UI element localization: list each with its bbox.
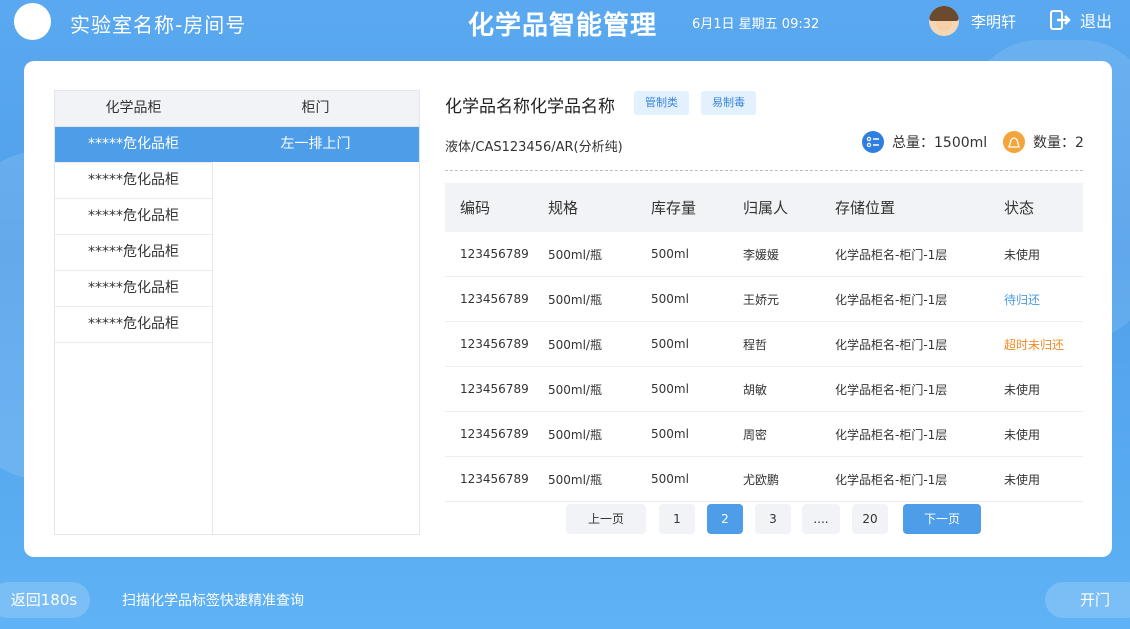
cabinet-item[interactable]: *****危化品柜 [55,307,212,343]
table-cell: 500ml [650,366,742,412]
table-cell: 500ml/瓶 [547,276,650,322]
divider [445,170,1083,171]
page-button[interactable]: 3 [755,504,791,534]
table-cell: 123456789 [445,321,547,367]
user-name: 李明轩 [971,13,1017,31]
status-cell: 未使用 [1003,456,1083,502]
room-name: 实验室名称-房间号 [70,13,247,37]
cabinet-panel: 化学品柜 *****危化品柜 *****危化品柜 *****危化品柜 *****危化品… [54,90,420,535]
column-header: 规格 [547,183,650,232]
status-cell: 超时未归还 [1003,321,1083,367]
main-card: 化学品柜 *****危化品柜 *****危化品柜 *****危化品柜 *****危化品… [24,61,1112,557]
prev-page-button[interactable]: 上一页 [566,504,646,534]
page-ellipsis[interactable]: .... [802,504,840,534]
table-cell: 500ml [650,456,742,502]
column-header: 编码 [445,183,547,232]
inventory-table: 编码 规格 库存量 归属人 存储位置 状态 123456789 500ml/瓶 500ml 李媛… [445,183,1083,502]
door-column-header: 柜门 [212,91,419,127]
status-cell: 未使用 [1003,366,1083,412]
page-title: 化学品智能管理 [468,11,658,41]
table-row[interactable]: 123456789 500ml/瓶 500ml 王娇元 化学品柜名-柜门-1层 待归还 [445,276,1083,322]
bag-icon [1003,131,1025,153]
table-row[interactable]: 123456789 500ml/瓶 500ml 周密 化学品柜名-柜门-1层 未使用 [445,411,1083,457]
next-page-button[interactable]: 下一页 [903,504,981,534]
table-cell: 化学品柜名-柜门-1层 [834,276,1003,322]
datetime: 6月1日 星期五 09:32 [692,17,820,32]
table-cell: 500ml/瓶 [547,366,650,412]
page-button[interactable]: 1 [659,504,695,534]
table-cell: 500ml/瓶 [547,321,650,367]
avatar[interactable] [929,6,959,36]
table-cell: 123456789 [445,411,547,457]
table-cell: 123456789 [445,456,547,502]
column-header: 存储位置 [834,183,1003,232]
cabinet-item[interactable]: *****危化品柜 [55,163,212,199]
table-cell: 123456789 [445,276,547,322]
status-cell: 未使用 [1003,411,1083,457]
logout-label: 退出 [1080,12,1113,31]
count-stat: 数量：2 [1003,131,1084,153]
cabinet-item[interactable]: *****危化品柜 [55,199,212,235]
chemical-description: 液体/CAS123456/AR(分析纯) [445,140,623,155]
table-cell: 500ml [650,276,742,322]
table-cell: 500ml [650,411,742,457]
table-row[interactable]: 123456789 500ml/瓶 500ml 胡敏 化学品柜名-柜门-1层 未使用 [445,366,1083,412]
table-row[interactable]: 123456789 500ml/瓶 500ml 李媛媛 化学品柜名-柜门-1层 未使用 [445,232,1083,277]
table-cell: 胡敏 [742,366,834,412]
logo-icon [14,3,51,40]
table-cell: 500ml/瓶 [547,232,650,277]
total-label: 总量：1500ml [892,135,988,151]
table-cell: 123456789 [445,366,547,412]
cabinet-item[interactable]: *****危化品柜 [55,271,212,307]
table-cell: 化学品柜名-柜门-1层 [834,232,1003,277]
door-item[interactable]: 左一排上门 [212,127,419,162]
table-cell: 王娇元 [742,276,834,322]
column-header: 归属人 [742,183,834,232]
header-bar: 实验室名称-房间号 化学品智能管理 6月1日 星期五 09:32 李明轩 退出 [0,0,1130,52]
logout-icon [1050,10,1071,30]
door-column: 柜门 左一排上门 [212,91,419,534]
cabinet-item[interactable]: *****危化品柜 [55,235,212,271]
table-cell: 500ml [650,232,742,277]
table-cell: 李媛媛 [742,232,834,277]
tag-precursor: 易制毒 [701,91,756,115]
table-cell: 化学品柜名-柜门-1层 [834,321,1003,367]
tag-controlled: 管制类 [634,91,689,115]
cabinet-column: 化学品柜 *****危化品柜 *****危化品柜 *****危化品柜 *****危化品… [55,91,213,534]
table-row[interactable]: 123456789 500ml/瓶 500ml 尤欧鹏 化学品柜名-柜门-1层 未使用 [445,456,1083,502]
cabinet-item[interactable]: *****危化品柜 [55,127,212,163]
total-stat: 总量：1500ml [862,131,987,153]
open-door-button[interactable]: 开门 [1045,582,1130,618]
table-cell: 500ml/瓶 [547,456,650,502]
table-cell: 化学品柜名-柜门-1层 [834,366,1003,412]
status-cell: 待归还 [1003,276,1083,322]
table-cell: 程哲 [742,321,834,367]
page-button[interactable]: 20 [852,504,888,534]
chemical-name: 化学品名称化学品名称 [445,97,615,117]
cabinet-column-header: 化学品柜 [55,91,212,127]
table-cell: 化学品柜名-柜门-1层 [834,411,1003,457]
column-header: 状态 [1003,183,1083,232]
back-button[interactable]: 返回180s [0,582,90,618]
page-button[interactable]: 2 [707,504,743,534]
column-header: 库存量 [650,183,742,232]
table-cell: 500ml [650,321,742,367]
status-cell: 未使用 [1003,232,1083,277]
table-cell: 500ml/瓶 [547,411,650,457]
scan-hint: 扫描化学品标签快速精准查询 [122,593,304,609]
table-cell: 123456789 [445,232,547,277]
table-cell: 化学品柜名-柜门-1层 [834,456,1003,502]
logout-button[interactable]: 退出 [1050,8,1112,32]
table-cell: 尤欧鹏 [742,456,834,502]
count-label: 数量：2 [1033,135,1084,151]
list-icon [862,131,884,153]
table-row[interactable]: 123456789 500ml/瓶 500ml 程哲 化学品柜名-柜门-1层 超时未归还 [445,321,1083,367]
table-cell: 周密 [742,411,834,457]
